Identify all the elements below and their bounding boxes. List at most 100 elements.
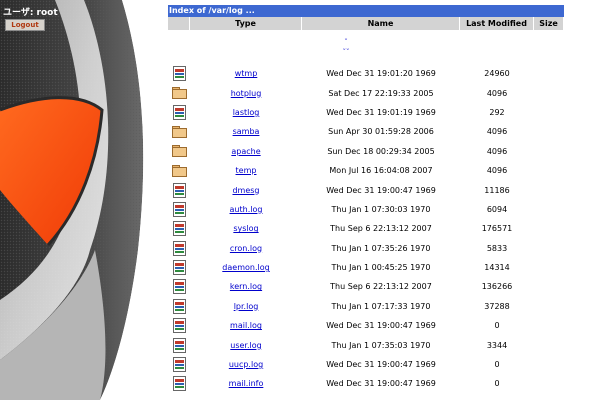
size-cell: 37288 xyxy=(484,301,510,311)
empty-cell xyxy=(534,374,564,393)
size-cell: 24960 xyxy=(484,69,510,79)
type-icon-cell xyxy=(168,335,190,354)
empty-cell xyxy=(534,142,564,161)
file-table: Type Name Last Modified Size ˘ ˘˘ wtmp We… xyxy=(168,17,564,394)
file-link[interactable]: temp xyxy=(236,166,257,175)
file-link[interactable]: syslog xyxy=(233,224,258,233)
file-link[interactable]: wtmp xyxy=(235,69,258,78)
name-cell: lastlog xyxy=(190,103,302,122)
file-icon[interactable] xyxy=(172,376,186,392)
column-header-size: Size xyxy=(534,17,564,30)
modified-cell: Wed Dec 31 19:00:47 1969 xyxy=(326,321,436,331)
empty-cell xyxy=(534,200,564,219)
size-cell: 5833 xyxy=(486,243,508,253)
modified-cell: Thu Jan 1 00:45:25 1970 xyxy=(331,263,431,273)
modified-cell: Wed Dec 31 19:00:47 1969 xyxy=(326,185,436,195)
file-icon[interactable] xyxy=(172,357,186,373)
empty-cell xyxy=(534,122,564,141)
current-dir-link[interactable]: ˘ xyxy=(344,37,348,47)
file-icon[interactable] xyxy=(172,260,186,276)
table-row: daemon.log Thu Jan 1 00:45:25 1970 14314 xyxy=(168,258,564,277)
file-link[interactable]: mail.log xyxy=(230,321,262,330)
modified-cell: Thu Jan 1 07:35:26 1970 xyxy=(331,243,431,253)
folder-icon[interactable] xyxy=(171,125,187,138)
empty-cell xyxy=(534,219,564,238)
folder-icon[interactable] xyxy=(171,164,187,177)
type-icon-cell xyxy=(168,239,190,258)
type-icon-cell xyxy=(168,83,190,102)
file-link[interactable]: samba xyxy=(233,127,260,136)
file-icon[interactable] xyxy=(172,279,186,295)
file-icon[interactable] xyxy=(172,318,186,334)
folder-icon[interactable] xyxy=(171,87,187,100)
file-link[interactable]: cron.log xyxy=(230,244,262,253)
empty-cell xyxy=(534,64,564,83)
type-icon-cell xyxy=(168,103,190,122)
file-link[interactable]: auth.log xyxy=(230,205,263,214)
table-row: kern.log Thu Sep 6 22:13:12 2007 136266 xyxy=(168,277,564,296)
file-link[interactable]: kern.log xyxy=(230,282,262,291)
name-cell: auth.log xyxy=(190,200,302,219)
modified-cell: Mon Jul 16 16:04:08 2007 xyxy=(329,166,433,176)
name-cell: dmesg xyxy=(190,180,302,199)
type-icon-cell xyxy=(168,355,190,374)
empty-cell xyxy=(534,258,564,277)
type-icon-cell xyxy=(168,219,190,238)
table-row: dmesg Wed Dec 31 19:00:47 1969 11186 xyxy=(168,180,564,199)
file-icon[interactable] xyxy=(172,201,186,217)
file-icon[interactable] xyxy=(172,298,186,314)
name-cell: mail.info xyxy=(190,374,302,393)
file-link[interactable]: lpr.log xyxy=(234,302,259,311)
table-row: samba Sun Apr 30 01:59:28 2006 4096 xyxy=(168,122,564,141)
file-icon[interactable] xyxy=(172,66,186,82)
file-icon[interactable] xyxy=(172,337,186,353)
modified-cell: Thu Jan 1 07:30:03 1970 xyxy=(331,204,431,214)
file-icon[interactable] xyxy=(172,240,186,256)
modified-cell: Sun Dec 18 00:29:34 2005 xyxy=(327,146,435,156)
size-cell: 176571 xyxy=(481,224,513,234)
file-icon[interactable] xyxy=(172,104,186,120)
file-link[interactable]: hotplug xyxy=(231,89,262,98)
directory-listing: Index of /var/log ... Type Name Last Mod… xyxy=(168,5,564,394)
index-title: Index of /var/log ... xyxy=(168,5,564,17)
size-cell: 292 xyxy=(489,107,505,117)
logout-button[interactable]: Logout xyxy=(5,19,45,31)
table-row: wtmp Wed Dec 31 19:01:20 1969 24960 xyxy=(168,64,564,83)
file-link[interactable]: apache xyxy=(231,147,260,156)
folder-icon[interactable] xyxy=(171,145,187,158)
column-header-name: Name xyxy=(302,17,460,30)
modified-cell: Thu Jan 1 07:17:33 1970 xyxy=(331,301,431,311)
file-link[interactable]: daemon.log xyxy=(222,263,269,272)
size-cell: 11186 xyxy=(484,185,510,195)
file-link[interactable]: dmesg xyxy=(232,186,259,195)
empty-cell xyxy=(534,355,564,374)
type-icon-cell xyxy=(168,297,190,316)
column-header-type: Type xyxy=(190,17,302,30)
name-cell: uucp.log xyxy=(190,355,302,374)
file-icon[interactable] xyxy=(172,182,186,198)
name-cell: kern.log xyxy=(190,277,302,296)
empty-cell xyxy=(534,239,564,258)
type-icon-cell xyxy=(168,374,190,393)
header-icon-cell xyxy=(168,17,190,30)
file-link[interactable]: uucp.log xyxy=(229,360,263,369)
modified-cell: Thu Jan 1 07:35:03 1970 xyxy=(331,340,431,350)
size-cell: 4096 xyxy=(486,127,508,137)
name-cell: cron.log xyxy=(190,239,302,258)
table-row: lpr.log Thu Jan 1 07:17:33 1970 37288 xyxy=(168,297,564,316)
parent-dir-link[interactable]: ˘˘ xyxy=(343,47,350,57)
modified-cell: Wed Dec 31 19:01:19 1969 xyxy=(326,107,436,117)
file-icon[interactable] xyxy=(172,221,186,237)
type-icon-cell xyxy=(168,161,190,180)
file-link[interactable]: mail.info xyxy=(229,379,264,388)
name-cell: apache xyxy=(190,142,302,161)
file-link[interactable]: user.log xyxy=(230,341,261,350)
size-cell: 4096 xyxy=(486,166,508,176)
type-icon-cell xyxy=(168,316,190,335)
type-icon-cell xyxy=(168,180,190,199)
file-link[interactable]: lastlog xyxy=(233,108,260,117)
modified-cell: Wed Dec 31 19:00:47 1969 xyxy=(326,360,436,370)
table-row: syslog Thu Sep 6 22:13:12 2007 176571 xyxy=(168,219,564,238)
size-cell: 4096 xyxy=(486,146,508,156)
modified-cell: Wed Dec 31 19:00:47 1969 xyxy=(326,379,436,389)
